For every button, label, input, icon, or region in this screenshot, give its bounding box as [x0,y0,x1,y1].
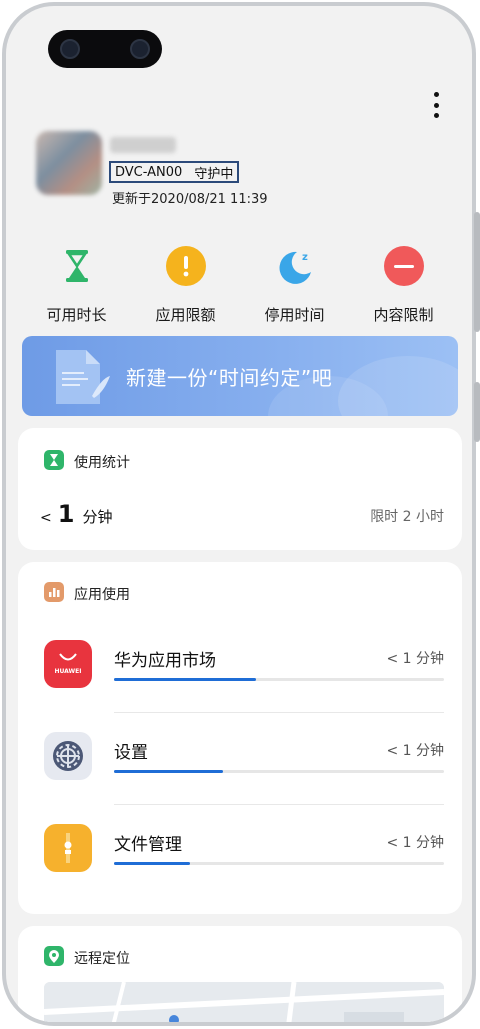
location-pin-icon [44,946,64,966]
document-icon [52,348,112,410]
quick-action-app-limit[interactable]: 应用限额 [131,246,240,325]
location-map[interactable] [44,982,444,1022]
svg-text:z: z [302,252,308,263]
divider [114,712,444,713]
usage-progress-fill [114,678,256,681]
app-usage-row[interactable]: 文件管理 < 1 分钟 [18,806,462,898]
app-usage-row[interactable]: HUAWEI 华为应用市场 < 1 分钟 [18,622,462,714]
quick-action-label: 应用限额 [155,306,216,324]
camera-cutout [48,30,162,68]
quick-action-content-restriction[interactable]: 内容限制 [349,246,458,325]
more-options-icon[interactable] [428,90,444,120]
app-name: 文件管理 [114,835,182,855]
app-name: 设置 [114,743,148,763]
app-time: < 1 分钟 [386,743,444,759]
settings-gear-icon [44,732,92,780]
usage-number: 1 [57,500,75,528]
volume-button [474,212,480,332]
phone-frame: DVC-AN00 守护中 更新于2020/08/21 11:39 可用时长 应用… [2,2,480,1026]
quick-action-label: 内容限制 [373,306,434,324]
hourglass-icon [44,450,64,470]
quick-action-downtime[interactable]: z 停用时间 [240,246,349,325]
updated-time: 更新于2020/08/21 11:39 [112,192,268,207]
usage-unit: 分钟 [82,508,113,526]
exclamation-icon [165,246,206,286]
app-usage-row[interactable]: 设置 < 1 分钟 [18,714,462,806]
app-usage-card: 应用使用 HUAWEI 华为应用市场 < 1 分钟 设置 < 1 分钟 文件管理… [18,562,462,914]
divider [114,804,444,805]
device-status: 守护中 [194,166,234,182]
remote-location-card[interactable]: 远程定位 [18,926,462,1022]
usage-progress-fill [114,770,223,773]
time-limit: 限时 2 小时 [370,509,444,525]
quick-action-available-time[interactable]: 可用时长 [22,246,131,325]
child-name [110,137,176,153]
app-time: < 1 分钟 [386,651,444,667]
app-name: 华为应用市场 [114,651,216,671]
bar-chart-icon [44,582,64,602]
avatar[interactable] [36,131,102,195]
usage-value: < 1 分钟 [40,500,112,528]
usage-progress-track [114,862,444,865]
app-time: < 1 分钟 [386,835,444,851]
banner-text: 新建一份“时间约定”吧 [126,366,333,390]
moon-sleep-icon: z [275,246,315,286]
card-title: 使用统计 [74,455,130,471]
screen: DVC-AN00 守护中 更新于2020/08/21 11:39 可用时长 应用… [6,6,472,1022]
card-title: 应用使用 [74,587,130,603]
card-title: 远程定位 [74,951,130,967]
usage-progress-fill [114,862,190,865]
huawei-logo-text: HUAWEI [54,668,82,675]
time-agreement-banner[interactable]: 新建一份“时间约定”吧 [22,336,458,416]
device-model: DVC-AN00 [115,164,183,180]
quick-action-label: 停用时间 [264,306,325,324]
quick-actions: 可用时长 应用限额 z 停用时间 内容限制 [6,246,472,325]
quick-action-label: 可用时长 [46,306,107,324]
usage-stats-card[interactable]: 使用统计 < 1 分钟 限时 2 小时 [18,428,462,550]
no-entry-icon [383,246,424,286]
file-manager-icon [44,824,92,872]
device-status-row: DVC-AN00 守护中 [109,161,240,183]
front-camera-icon [130,39,150,59]
usage-progress-track [114,678,444,681]
huawei-appgallery-icon: HUAWEI [44,640,92,688]
power-button [474,382,480,442]
usage-progress-track [114,770,444,773]
less-than-sign: < [40,510,52,526]
hourglass-icon [57,246,97,286]
front-camera-icon [60,39,80,59]
